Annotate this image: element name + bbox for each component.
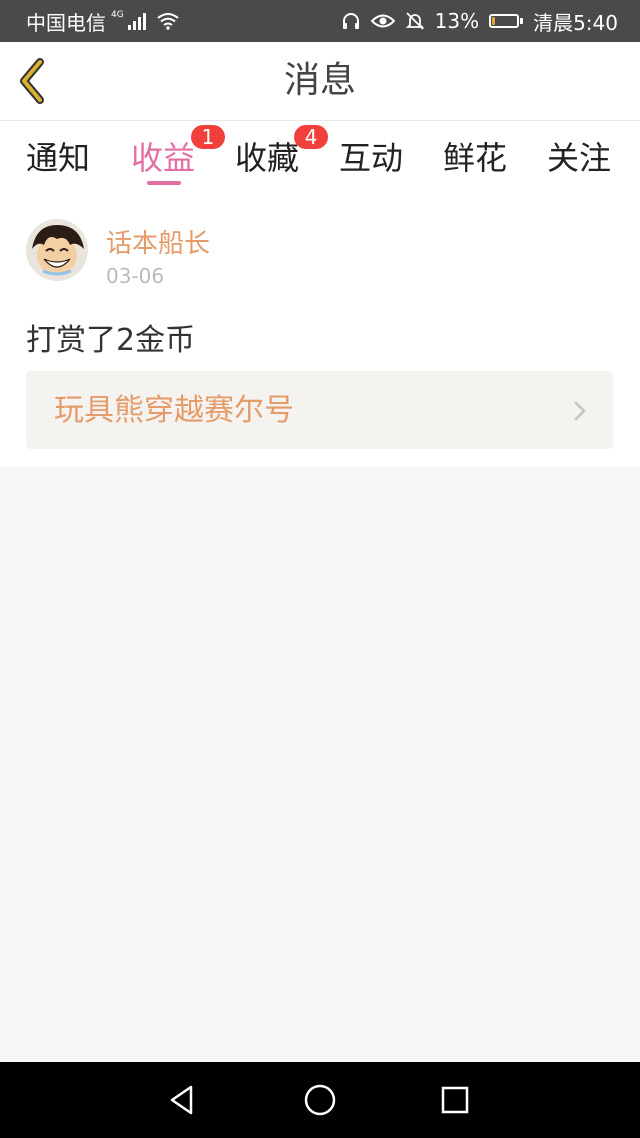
tab-label: 关注	[547, 139, 612, 177]
home-circle-icon[interactable]	[302, 1082, 338, 1118]
tab-notice[interactable]: 通知	[26, 133, 90, 183]
tab-label: 收益	[131, 139, 196, 177]
tab-interactions[interactable]: 互动	[339, 133, 403, 183]
battery-icon	[489, 14, 524, 28]
unread-badge: 1	[191, 125, 225, 149]
headphone-icon	[342, 13, 359, 29]
message-date: 03-06	[106, 264, 165, 288]
message-text: 打赏了2金币	[26, 323, 196, 358]
status-bar: 中国电信 4G 13% 清晨5:40	[0, 0, 640, 42]
work-title: 玩具熊穿越赛尔号	[54, 393, 294, 428]
battery-percent: 13%	[434, 9, 480, 33]
header-bar: 消息	[0, 42, 640, 121]
work-link[interactable]: 玩具熊穿越赛尔号	[26, 371, 613, 449]
chevron-right-icon	[574, 401, 586, 421]
tab-follows[interactable]: 关注	[547, 133, 611, 183]
page-title: 消息	[283, 60, 356, 101]
tab-bar: 通知 收益 1 收藏 4 互动 鲜花 关注	[0, 121, 640, 193]
status-time: 清晨5:40	[533, 10, 618, 35]
system-nav-bar	[0, 1062, 640, 1138]
back-triangle-icon[interactable]	[164, 1082, 200, 1118]
mute-bell-icon	[405, 12, 424, 30]
carrier-label: 中国电信	[26, 10, 106, 35]
message-card: 话本船长 03-06 打赏了2金币 玩具熊穿越赛尔号	[0, 193, 640, 467]
recents-square-icon[interactable]	[437, 1082, 473, 1118]
tab-label: 通知	[26, 139, 91, 177]
tab-label: 收藏	[235, 139, 300, 177]
tab-favorites[interactable]: 收藏 4	[235, 125, 328, 183]
wifi-icon	[157, 13, 179, 30]
tab-flowers[interactable]: 鲜花	[443, 133, 507, 183]
unread-badge: 4	[294, 125, 328, 149]
eye-icon	[370, 14, 395, 28]
tab-earnings[interactable]: 收益 1	[131, 125, 225, 185]
status-right: 13% 清晨5:40	[341, 0, 618, 42]
status-left: 中国电信 4G	[26, 0, 180, 42]
sender-name[interactable]: 话本船长	[106, 223, 210, 260]
signal-icon	[127, 12, 146, 30]
network-type: 4G	[111, 10, 124, 20]
active-tab-indicator	[147, 181, 181, 185]
tab-label: 互动	[339, 139, 404, 177]
tab-label: 鲜花	[443, 139, 508, 177]
cartoon-avatar-icon	[26, 219, 88, 281]
avatar[interactable]	[26, 219, 88, 281]
